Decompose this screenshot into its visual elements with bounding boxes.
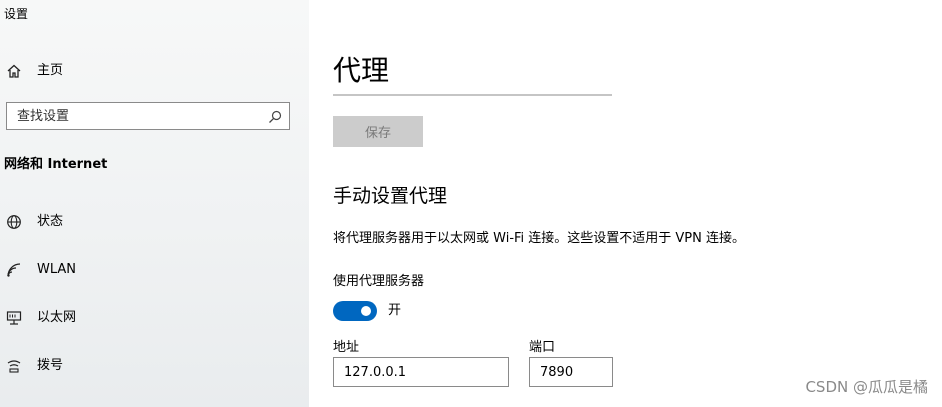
port-label: 端口 — [529, 340, 556, 355]
sidebar-item-label: 以太网 — [37, 310, 77, 325]
sidebar-item-label: 拨号 — [37, 358, 64, 373]
sidebar-item-label: 状态 — [37, 214, 64, 229]
address-field[interactable] — [333, 357, 509, 387]
manual-proxy-heading: 手动设置代理 — [333, 185, 448, 207]
watermark: CSDN @瓜瓜是橘 — [805, 378, 928, 396]
sidebar-item-label: 主页 — [37, 63, 64, 78]
ethernet-icon — [5, 309, 23, 327]
sidebar: 设置 主页 网络和 Internet 状态 — [0, 0, 309, 407]
address-label: 地址 — [333, 340, 360, 355]
window-title: 设置 — [4, 7, 29, 21]
search-input[interactable] — [7, 103, 267, 129]
use-proxy-label: 使用代理服务器 — [333, 274, 425, 289]
sidebar-item-status[interactable]: 状态 — [0, 204, 309, 240]
sidebar-item-home[interactable]: 主页 — [0, 53, 309, 89]
home-icon — [5, 62, 23, 80]
port-field[interactable] — [529, 357, 613, 387]
globe-icon — [5, 213, 23, 231]
search-icon[interactable] — [268, 109, 282, 123]
sidebar-item-ethernet[interactable]: 以太网 — [0, 300, 309, 336]
section-title: 网络和 Internet — [4, 157, 108, 172]
toggle-knob — [361, 306, 371, 316]
dialup-icon — [5, 357, 23, 375]
sidebar-item-label: WLAN — [37, 262, 77, 277]
page-title: 代理 — [333, 54, 390, 87]
search-box[interactable] — [6, 102, 290, 130]
use-proxy-toggle[interactable] — [333, 301, 377, 321]
proxy-description: 将代理服务器用于以太网或 Wi-Fi 连接。这些设置不适用于 VPN 连接。 — [333, 231, 746, 246]
sidebar-item-wlan[interactable]: WLAN — [0, 252, 309, 288]
sidebar-item-dialup[interactable]: 拨号 — [0, 348, 309, 384]
toggle-state-label: 开 — [388, 303, 402, 318]
wifi-icon — [5, 261, 23, 279]
title-divider — [333, 94, 612, 96]
save-button[interactable]: 保存 — [333, 116, 423, 147]
